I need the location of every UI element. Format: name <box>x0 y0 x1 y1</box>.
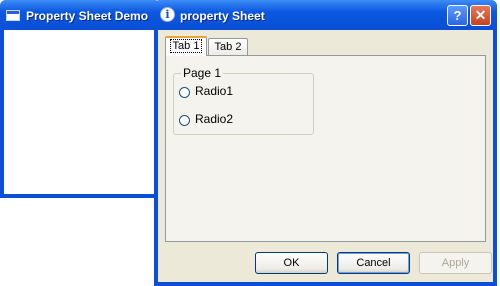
tab-2-label: Tab 2 <box>214 41 242 53</box>
info-icon: i <box>160 7 175 22</box>
radio-option-1-label[interactable]: Radio1 <box>195 84 233 98</box>
cancel-button[interactable]: Cancel <box>337 252 410 274</box>
radio-button-circle[interactable] <box>179 115 190 126</box>
dialog-body: Tab 1 Tab 2 Page 1 Radio1 Radio2 OK Canc… <box>158 30 493 282</box>
tab-1-label: Tab 1 <box>169 39 203 53</box>
property-sheet-dialog: i property Sheet ? ✕ Tab 1 Tab 2 Page 1 … <box>154 0 497 286</box>
tab-2[interactable]: Tab 2 <box>208 38 248 55</box>
radio-option-2[interactable]: Radio2 <box>179 112 299 128</box>
tab-1[interactable]: Tab 1 <box>165 36 207 56</box>
background-window[interactable]: Property Sheet Demo <box>0 0 160 198</box>
background-window-client-area[interactable] <box>4 30 156 194</box>
radio-option-2-label[interactable]: Radio2 <box>195 112 233 126</box>
dialog-titlebar[interactable]: i property Sheet ? ✕ <box>154 0 497 30</box>
tab-panel: Page 1 Radio1 Radio2 <box>165 55 486 242</box>
dialog-title: property Sheet <box>180 9 265 23</box>
group-box-label: Page 1 <box>181 66 224 80</box>
radio-button-circle[interactable] <box>179 87 190 98</box>
background-window-titlebar[interactable]: Property Sheet Demo <box>0 0 160 30</box>
radio-option-1[interactable]: Radio1 <box>179 84 299 100</box>
close-button[interactable]: ✕ <box>470 5 491 26</box>
app-window-icon <box>6 10 20 21</box>
help-button[interactable]: ? <box>447 5 468 26</box>
ok-button[interactable]: OK <box>255 252 328 274</box>
apply-button[interactable]: Apply <box>419 252 492 274</box>
page-group-box: Page 1 Radio1 Radio2 <box>173 66 314 135</box>
background-window-title: Property Sheet Demo <box>26 9 149 23</box>
